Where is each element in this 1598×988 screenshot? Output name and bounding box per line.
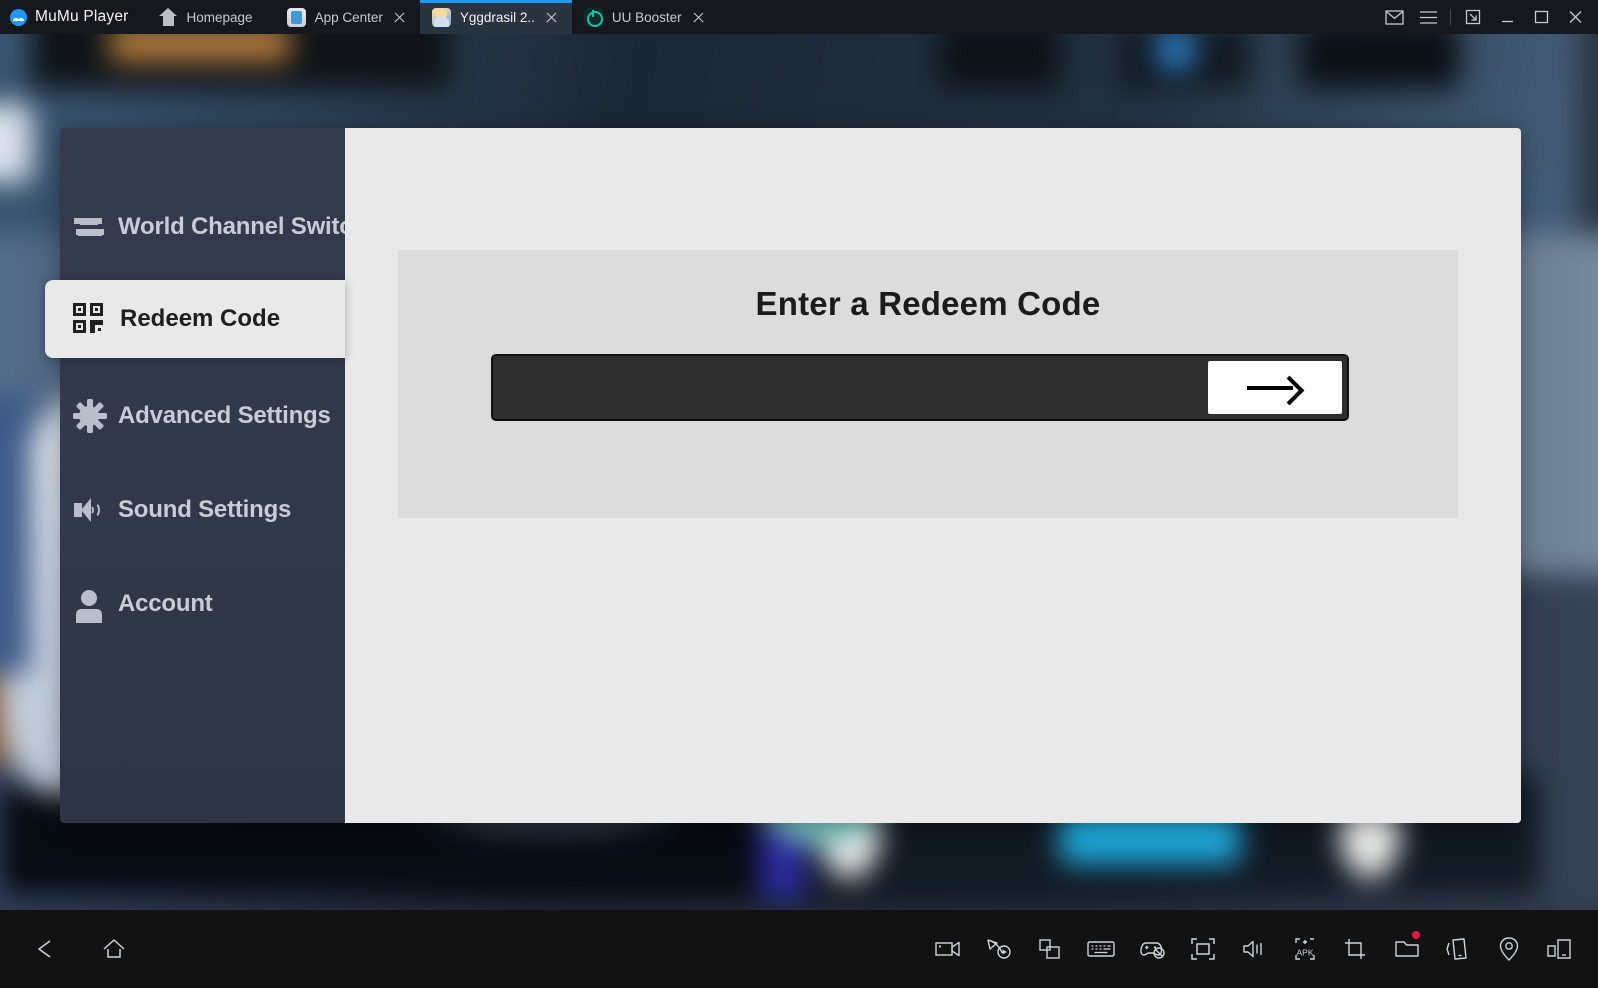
- hamburger-menu-icon[interactable]: [1411, 0, 1445, 34]
- volume-button[interactable]: [1232, 927, 1276, 971]
- game-overlay-panel: World Channel Switch Advanced Settings S…: [45, 128, 1521, 823]
- sidebar-item-label: Redeem Code: [120, 305, 281, 332]
- keyboard-mapping-button[interactable]: [1079, 927, 1123, 971]
- divider: [1450, 9, 1451, 25]
- home-button[interactable]: [92, 927, 136, 971]
- maximize-icon[interactable]: [1524, 0, 1558, 34]
- uu-booster-favicon: [583, 7, 604, 27]
- tab-yggdrasil[interactable]: Yggdrasil 2..: [419, 0, 572, 34]
- sidebar-item-label: World Channel Switch: [118, 213, 345, 240]
- qr-code-icon: [72, 302, 106, 336]
- tab-close-icon[interactable]: [392, 10, 407, 25]
- app-center-favicon: [286, 7, 306, 27]
- speaker-icon: [72, 493, 106, 527]
- home-icon: [158, 8, 178, 26]
- tab-label: Yggdrasil 2..: [459, 9, 535, 25]
- content-area: Enter a Redeem Code: [345, 128, 1521, 823]
- fullscreen-button[interactable]: [1181, 927, 1225, 971]
- tab-close-icon[interactable]: [691, 10, 706, 25]
- sidebar-item-sound-settings[interactable]: Sound Settings: [60, 474, 345, 546]
- install-apk-button[interactable]: APK: [1283, 927, 1327, 971]
- tab-homepage[interactable]: Homepage: [143, 0, 275, 34]
- page-title: Enter a Redeem Code: [755, 285, 1101, 322]
- tab-label: UU Booster: [611, 9, 682, 25]
- svg-text:APK: APK: [1296, 948, 1313, 958]
- redeem-code-input[interactable]: [493, 356, 1208, 419]
- tool-buttons: APK: [926, 927, 1598, 971]
- gamepad-disabled-button[interactable]: [1130, 927, 1174, 971]
- yggdrasil-favicon: [431, 7, 451, 27]
- notification-badge: [1412, 931, 1420, 939]
- close-icon[interactable]: [1558, 0, 1592, 34]
- redeem-code-card: Enter a Redeem Code: [398, 250, 1458, 518]
- tab-strip: Homepage App Center Yggdrasil 2.. UU Boo…: [143, 0, 719, 34]
- sidebar-item-label: Account: [118, 590, 213, 617]
- minimize-icon[interactable]: [1490, 0, 1524, 34]
- app-title: MuMu Player: [35, 8, 129, 25]
- tab-app-center[interactable]: App Center: [275, 0, 420, 34]
- tab-label: App Center: [314, 9, 383, 25]
- tab-label: Homepage: [186, 9, 253, 25]
- sidebar-item-label: Advanced Settings: [118, 402, 331, 429]
- mail-icon[interactable]: [1377, 0, 1411, 34]
- arrow-right-icon: [1247, 375, 1303, 401]
- gear-icon: [72, 399, 107, 433]
- rotate-screen-button[interactable]: [1538, 927, 1582, 971]
- multi-instance-button[interactable]: [1028, 927, 1072, 971]
- tab-close-icon[interactable]: [544, 10, 559, 25]
- window-controls: [1377, 0, 1598, 34]
- macro-record-button[interactable]: [977, 927, 1021, 971]
- sidebar: World Channel Switch Advanced Settings S…: [60, 128, 345, 823]
- sidebar-item-label: Sound Settings: [118, 496, 292, 523]
- detach-window-icon[interactable]: [1456, 0, 1490, 34]
- back-button[interactable]: [24, 927, 68, 971]
- location-button[interactable]: [1487, 927, 1531, 971]
- title-bar: MuMu Player Homepage App Center Yggdrasi…: [0, 0, 1598, 34]
- navigation-buttons: [0, 927, 136, 971]
- app-brand: MuMu Player: [0, 0, 143, 34]
- record-video-button[interactable]: [926, 927, 970, 971]
- sidebar-item-account[interactable]: Account: [60, 568, 345, 640]
- sidebar-item-world-channel-switch[interactable]: World Channel Switch: [60, 191, 345, 263]
- swap-arrows-icon: [72, 210, 106, 244]
- screenshot-button[interactable]: [1334, 927, 1378, 971]
- sidebar-item-redeem-code[interactable]: Redeem Code: [45, 280, 345, 358]
- emulator-toolbar: APK: [0, 910, 1598, 988]
- file-manager-button[interactable]: [1385, 927, 1429, 971]
- redeem-submit-button[interactable]: [1208, 361, 1342, 414]
- shake-button[interactable]: [1436, 927, 1480, 971]
- mumu-logo-icon: [10, 8, 27, 26]
- person-icon: [72, 587, 106, 623]
- sidebar-item-advanced-settings[interactable]: Advanced Settings: [60, 380, 345, 452]
- redeem-code-input-wrapper: [491, 354, 1349, 421]
- tab-uu-booster[interactable]: UU Booster: [572, 0, 719, 34]
